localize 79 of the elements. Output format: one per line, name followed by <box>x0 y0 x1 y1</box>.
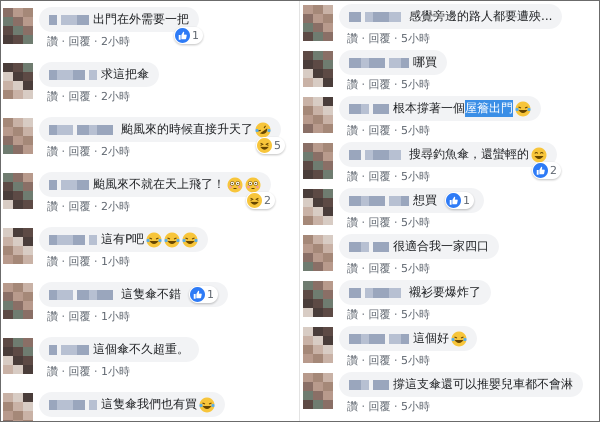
comment-text: 感覺旁邊的路人都要遭殃... <box>409 8 552 25</box>
comment-text: 出門在外需要一把 <box>93 11 189 28</box>
comment-text: 颱風來的時候直接升天了 <box>121 121 253 138</box>
like-reaction-badge[interactable]: 1 <box>174 27 203 44</box>
comment-text: 颱風來不就在天上飛了！ <box>93 176 225 193</box>
tears-of-joy-icon <box>146 232 162 248</box>
comment-text: 根本撐著一個 <box>393 100 465 117</box>
avatar[interactable] <box>3 173 33 209</box>
comment-actions[interactable]: 讚 · 回覆 · 5小時 <box>347 215 430 230</box>
avatar[interactable] <box>3 228 33 264</box>
comment-actions[interactable]: 讚 · 回覆 · 5小時 <box>347 307 430 322</box>
comment-actions[interactable]: 讚 · 回覆 · 1小時 <box>47 254 130 269</box>
avatar[interactable] <box>3 118 33 154</box>
avatar[interactable] <box>303 373 333 409</box>
selected-text: 屋簷出門 <box>465 100 513 117</box>
tears-of-joy-icon <box>451 330 467 346</box>
flushed-face-icon <box>245 176 261 192</box>
comment-actions[interactable]: 讚 · 回覆 · 2小時 <box>47 89 130 104</box>
comment-text: 襯衫要爆炸了 <box>409 284 481 301</box>
avatar[interactable] <box>3 393 33 421</box>
comment-text: 這有P吧 <box>101 231 144 248</box>
comment-actions[interactable]: 讚 · 回覆 · 2小時 <box>47 144 130 159</box>
comment-actions[interactable]: 讚 · 回覆 · 2小時 <box>47 199 130 214</box>
avatar[interactable] <box>303 235 333 271</box>
avatar[interactable] <box>303 5 333 41</box>
tears-of-joy-icon <box>182 232 198 248</box>
blurred-name <box>349 194 409 206</box>
flushed-face-icon <box>227 176 243 192</box>
comment-text: 這隻傘不錯 <box>121 286 181 303</box>
blurred-name <box>49 344 89 356</box>
blurred-name <box>49 14 89 26</box>
comment-text: 撐這支傘還可以推嬰兒車都不會淋 <box>393 376 573 393</box>
haha-reaction-badge[interactable]: 2 <box>246 192 275 209</box>
avatar[interactable] <box>3 8 33 44</box>
avatar[interactable] <box>3 63 33 99</box>
avatar[interactable] <box>303 97 333 133</box>
like-reaction-badge[interactable]: 1 <box>445 192 474 209</box>
tears-of-joy-icon <box>199 396 215 412</box>
like-reaction-badge[interactable]: 2 <box>532 162 561 179</box>
comment-actions[interactable]: 讚 · 回覆 · 5小時 <box>347 399 430 414</box>
comment-text: 求這把傘 <box>101 66 149 83</box>
blurred-name <box>349 378 389 390</box>
comment-text: 搜尋釣魚傘，還蠻輕的 <box>409 146 529 163</box>
comment-actions[interactable]: 讚 · 回覆 · 5小時 <box>347 261 430 276</box>
comment-actions[interactable]: 讚 · 回覆 · 5小時 <box>347 31 430 46</box>
rolling-laugh-emoji-icon <box>255 122 271 138</box>
comment-actions[interactable]: 讚 · 回覆 · 1小時 <box>47 309 130 324</box>
blurred-name <box>49 398 97 410</box>
blurred-name <box>49 178 89 190</box>
comment-actions[interactable]: 讚 · 回覆 · 5小時 <box>347 169 430 184</box>
grin-face-icon <box>531 146 547 162</box>
avatar[interactable] <box>303 281 333 317</box>
blurred-name <box>349 332 409 344</box>
comment-text: 想買 <box>413 192 437 209</box>
haha-reaction-badge[interactable]: 5 <box>256 137 285 154</box>
blurred-name <box>349 56 409 68</box>
avatar[interactable] <box>303 51 333 87</box>
comment-actions[interactable]: 讚 · 回覆 · 1小時 <box>47 364 130 379</box>
comment-actions[interactable]: 讚 · 回覆 · 5小時 <box>347 123 430 138</box>
comment-actions[interactable]: 讚 · 回覆 · 5小時 <box>347 353 430 368</box>
like-reaction-badge[interactable]: 1 <box>189 286 218 303</box>
avatar[interactable] <box>3 338 33 374</box>
comment-actions[interactable]: 讚 · 回覆 · 5小時 <box>347 77 430 92</box>
tears-of-joy-icon <box>164 232 180 248</box>
blurred-name <box>349 102 389 114</box>
comment-text: 很適合我一家四口 <box>393 238 489 255</box>
avatar[interactable] <box>303 189 333 225</box>
tears-of-joy-icon <box>515 100 531 116</box>
comment-text: 哪買 <box>413 54 437 71</box>
avatar[interactable] <box>3 283 33 319</box>
comment-text: 這隻傘我們也有買 <box>101 396 197 413</box>
blurred-name <box>349 240 389 252</box>
avatar[interactable] <box>303 143 333 179</box>
blurred-name <box>49 68 97 80</box>
avatar[interactable] <box>303 327 333 363</box>
comment-text: 這個傘不久超重。 <box>93 341 189 358</box>
comment-actions[interactable]: 讚 · 回覆 · 2小時 <box>47 34 130 49</box>
blurred-name <box>49 234 97 246</box>
comment-text: 這個好 <box>413 330 449 347</box>
